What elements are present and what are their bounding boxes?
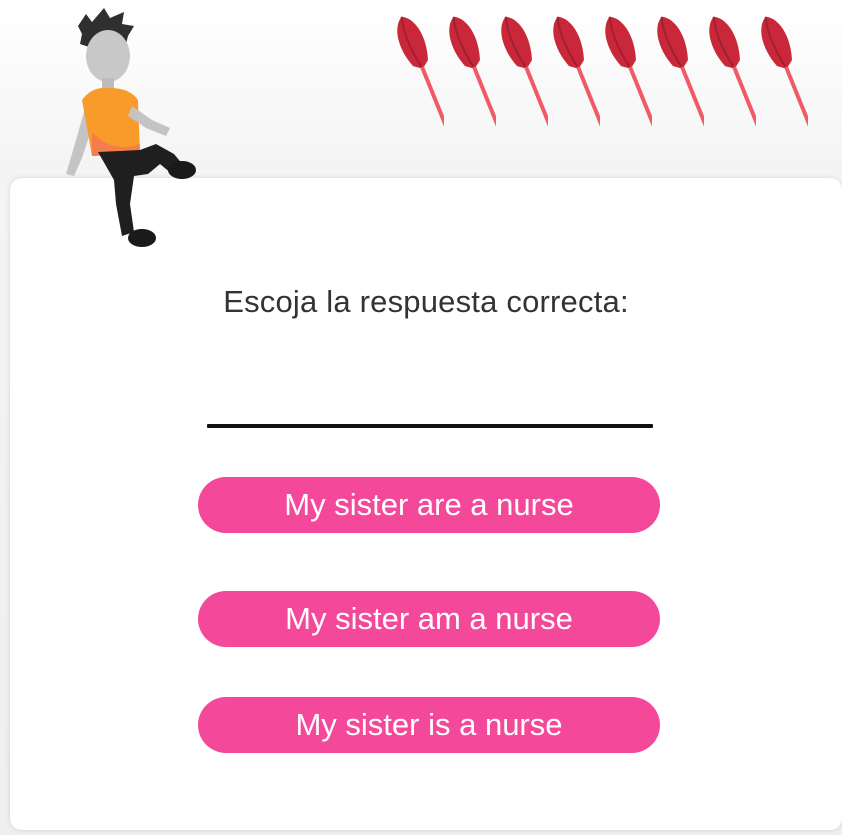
dart-icon — [709, 16, 756, 148]
quiz-screen: Escoja la respuesta correcta: My sister … — [0, 0, 842, 835]
boy-sitting-illustration — [66, 8, 196, 247]
answer-option-1-button[interactable]: My sister are a nurse — [198, 477, 660, 533]
quiz-card: Escoja la respuesta correcta: My sister … — [10, 178, 842, 830]
dart-icon — [501, 16, 548, 148]
dart-icon — [449, 16, 496, 148]
dart-icon — [605, 16, 652, 148]
darts-lives-indicator — [388, 12, 828, 187]
answer-option-2-button[interactable]: My sister am a nurse — [198, 591, 660, 647]
answer-option-3-button[interactable]: My sister is a nurse — [198, 697, 660, 753]
answer-blank-line — [207, 424, 653, 428]
dart-icon — [553, 16, 600, 148]
dart-icon — [657, 16, 704, 148]
dart-icon — [397, 16, 444, 148]
question-prompt: Escoja la respuesta correcta: — [223, 284, 629, 319]
dart-icon — [761, 16, 808, 148]
